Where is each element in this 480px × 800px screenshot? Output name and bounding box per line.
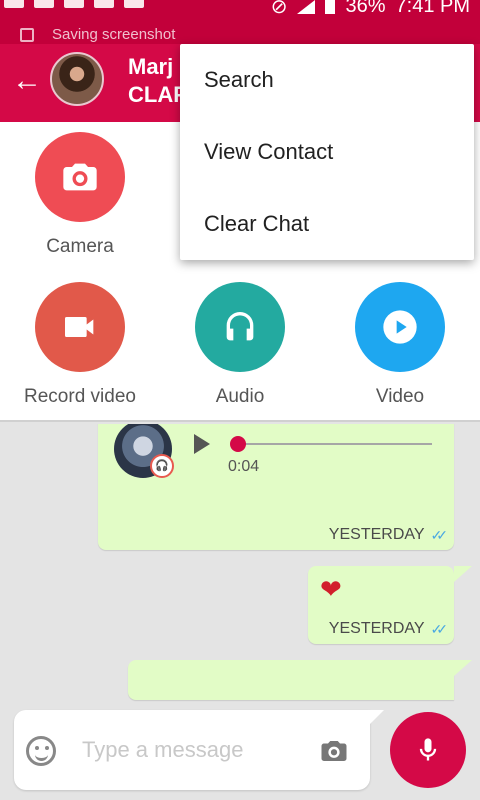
attach-record-video-label: Record video xyxy=(24,386,136,407)
read-ticks-icon: ✓✓ xyxy=(430,620,449,637)
attach-video-label: Video xyxy=(375,386,425,407)
overflow-menu: Search View Contact Clear Chat xyxy=(180,44,474,260)
message-bubble[interactable] xyxy=(128,660,472,700)
screenshot-notification: Saving screenshot xyxy=(0,22,480,44)
audio-seek-handle[interactable] xyxy=(230,436,246,452)
menu-item-view-contact[interactable]: View Contact xyxy=(180,116,474,188)
mic-badge-icon: 🎧 xyxy=(150,454,174,478)
record-voice-button[interactable] xyxy=(390,712,466,788)
voice-message-bubble[interactable]: 🎧 0:04 YESTERDAY ✓✓ xyxy=(98,424,454,550)
voice-duration: 0:04 xyxy=(228,458,260,475)
headphones-icon xyxy=(195,282,285,372)
attach-camera-button[interactable]: Camera xyxy=(0,132,160,258)
notification-icon xyxy=(4,0,24,8)
attach-camera-label: Camera xyxy=(46,236,114,257)
message-input[interactable] xyxy=(82,732,312,768)
heart-emoji: ❤ xyxy=(320,574,342,604)
camera-icon xyxy=(35,132,125,222)
battery-percent: 36% xyxy=(345,0,386,17)
back-arrow-icon[interactable]: ← xyxy=(10,64,44,98)
message-meta: YESTERDAY ✓✓ xyxy=(328,620,449,638)
play-icon[interactable] xyxy=(194,434,210,454)
do-not-disturb-icon: ⊘ xyxy=(270,0,288,18)
camera-icon[interactable] xyxy=(318,736,350,771)
contact-subtitle[interactable]: CLAP xyxy=(128,82,188,108)
emoji-message-bubble[interactable]: ❤ YESTERDAY ✓✓ xyxy=(308,566,472,644)
attach-audio-button[interactable]: Audio xyxy=(160,282,320,408)
videocam-icon xyxy=(35,282,125,372)
play-circle-icon xyxy=(355,282,445,372)
menu-item-search[interactable]: Search xyxy=(180,44,474,116)
clock: 7:41 PM xyxy=(395,0,470,17)
notification-text: Saving screenshot xyxy=(52,26,176,43)
attach-audio-label: Audio xyxy=(215,386,265,407)
message-composer xyxy=(14,710,384,790)
attach-video-button[interactable]: Video xyxy=(320,282,480,408)
read-ticks-icon: ✓✓ xyxy=(430,526,449,543)
emoji-icon[interactable] xyxy=(26,736,56,766)
message-meta: YESTERDAY ✓✓ xyxy=(328,526,449,544)
notification-icons xyxy=(4,0,144,8)
signal-icon xyxy=(297,0,316,14)
system-indicators: ⊘ 36% 7:41 PM xyxy=(271,0,470,19)
message-time: YESTERDAY xyxy=(328,620,425,637)
message-time: YESTERDAY xyxy=(328,526,425,543)
whatsapp-icon xyxy=(94,0,114,8)
attach-record-video-button[interactable]: Record video xyxy=(0,282,160,408)
gallery-icon xyxy=(64,0,84,8)
screenshot-icon xyxy=(124,0,144,8)
screenshot-notification-icon xyxy=(20,28,34,42)
audio-progress-track[interactable] xyxy=(236,443,432,445)
facebook-icon xyxy=(34,0,54,8)
battery-icon xyxy=(325,0,336,14)
contact-name[interactable]: Marj xyxy=(128,54,173,80)
status-bar: ⊘ 36% 7:41 PM xyxy=(0,0,480,22)
menu-item-clear-chat[interactable]: Clear Chat xyxy=(180,188,474,260)
mic-icon xyxy=(419,738,437,761)
contact-avatar[interactable] xyxy=(50,52,104,106)
